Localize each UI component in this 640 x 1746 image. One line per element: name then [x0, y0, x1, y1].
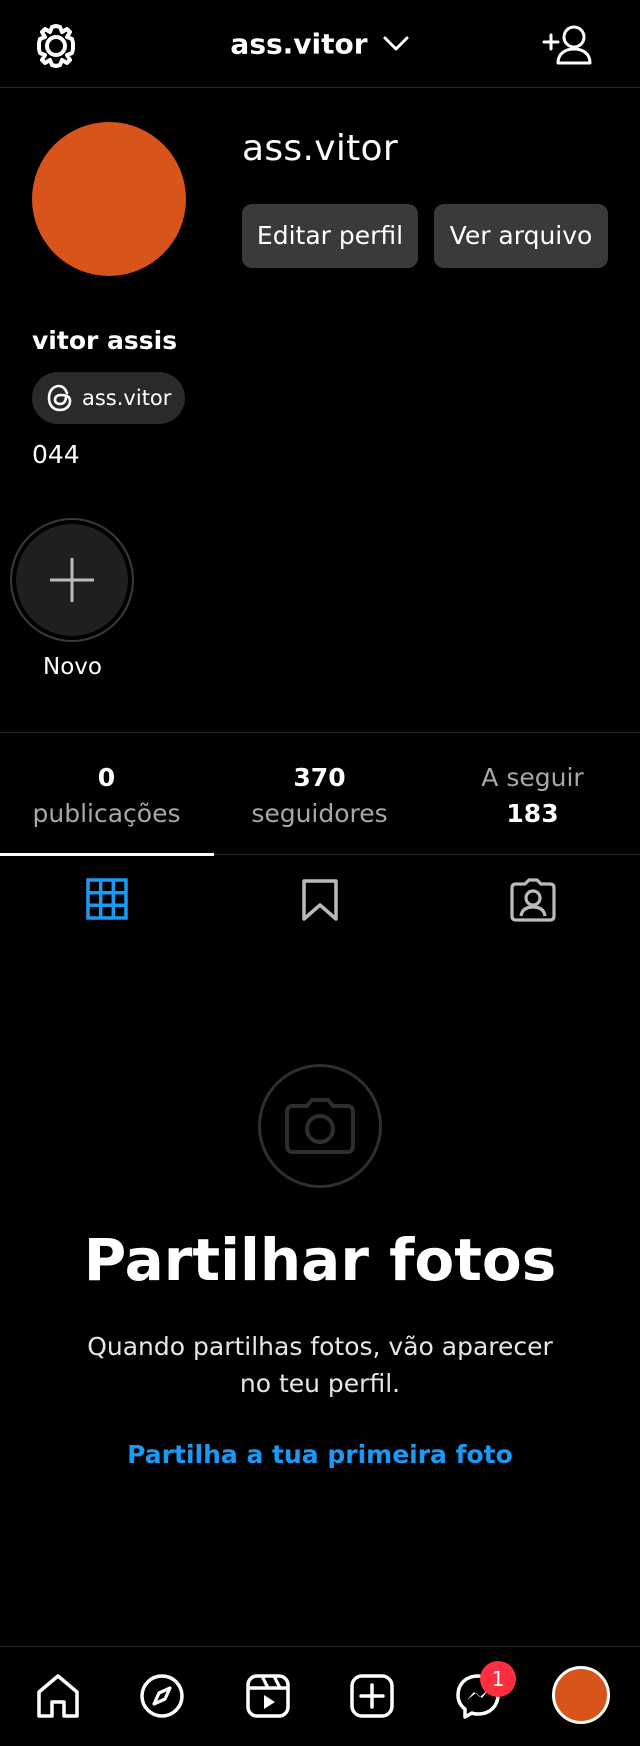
- profile-bio: 044: [32, 440, 80, 469]
- tab-grid[interactable]: [0, 878, 213, 924]
- profile-username: ass.vitor: [242, 128, 398, 169]
- profile-full-name: vitor assis: [32, 326, 178, 355]
- followers-label: seguidores: [251, 799, 388, 828]
- threads-handle: ass.vitor: [82, 386, 172, 410]
- view-archive-button[interactable]: Ver arquivo: [434, 204, 608, 268]
- posts-label: publicações: [32, 799, 181, 828]
- threads-icon: [46, 383, 74, 413]
- stat-posts[interactable]: 0 publicações: [0, 760, 213, 832]
- active-tab-indicator: [0, 853, 214, 856]
- grid-icon: [85, 878, 128, 924]
- stat-followers[interactable]: 370 seguidores: [213, 760, 426, 832]
- plus-icon: [46, 554, 98, 606]
- messenger-badge: 1: [480, 1661, 516, 1697]
- bottom-nav: [0, 1646, 640, 1746]
- edit-profile-label: Editar perfil: [256, 221, 404, 250]
- following-label: A seguir: [481, 763, 584, 792]
- empty-state-title: Partilhar fotos: [83, 1226, 557, 1294]
- saved-icon: [300, 878, 340, 924]
- camera-icon: [285, 1098, 355, 1154]
- camera-placeholder: [258, 1064, 382, 1188]
- empty-state-description: Quando partilhas fotos, vão aparecer no …: [87, 1332, 553, 1398]
- edit-profile-button[interactable]: Editar perfil: [242, 204, 418, 268]
- posts-count: 0: [97, 763, 116, 792]
- reels-icon[interactable]: [242, 1670, 294, 1722]
- view-archive-label: Ver arquivo: [449, 221, 593, 250]
- create-icon[interactable]: [346, 1670, 398, 1722]
- new-highlight-label: Novo: [43, 654, 102, 680]
- tab-tagged[interactable]: [426, 878, 639, 924]
- account-name: ass.vitor: [230, 27, 368, 61]
- divider: [0, 732, 640, 733]
- tagged-icon: [509, 878, 556, 924]
- add-person-icon[interactable]: [540, 20, 596, 72]
- threads-badge[interactable]: ass.vitor: [32, 372, 186, 424]
- new-highlight-button[interactable]: [16, 524, 128, 636]
- profile-tab-avatar[interactable]: [552, 1666, 610, 1724]
- tab-saved[interactable]: [213, 878, 426, 924]
- following-count: 183: [506, 799, 559, 828]
- chevron-down-icon: [382, 34, 410, 54]
- stat-following[interactable]: A seguir 183: [426, 760, 639, 832]
- followers-count: 370: [293, 763, 346, 792]
- explore-icon[interactable]: [136, 1670, 188, 1722]
- profile-avatar[interactable]: [32, 122, 186, 276]
- share-first-photo-link[interactable]: Partilha a tua primeira foto: [0, 1440, 640, 1469]
- home-icon[interactable]: [32, 1670, 84, 1722]
